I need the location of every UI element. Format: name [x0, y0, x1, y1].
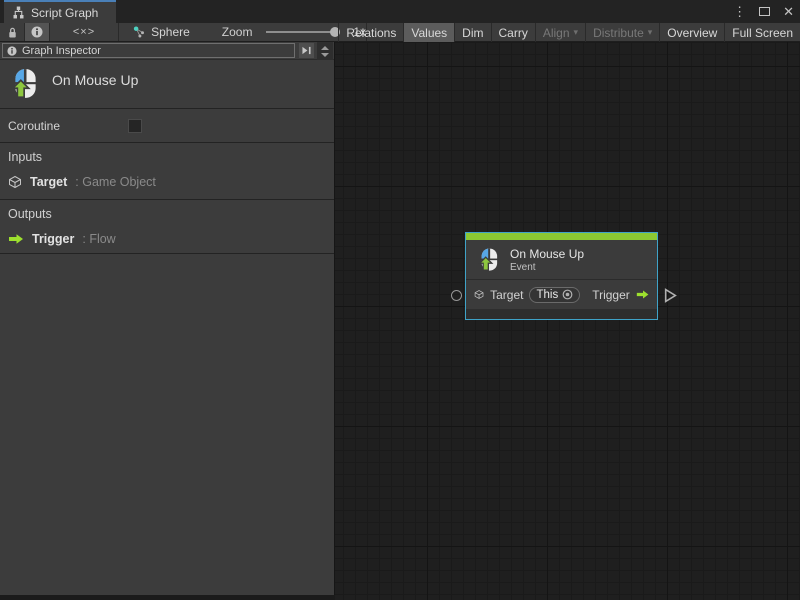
- info-icon: [7, 46, 17, 56]
- inputs-section: Inputs Target : Game Object: [0, 143, 334, 200]
- output-port-row: Trigger : Flow: [8, 232, 326, 246]
- toolbar-button-relations[interactable]: Relations: [339, 23, 404, 42]
- scrub-up-icon[interactable]: [321, 46, 329, 50]
- object-picker-icon[interactable]: [562, 289, 573, 300]
- inspected-node-title: On Mouse Up: [52, 67, 138, 88]
- inspector-title: Graph Inspector: [22, 45, 101, 57]
- graph-target-label[interactable]: Sphere: [151, 25, 190, 39]
- toolbar-button-carry[interactable]: Carry: [492, 23, 536, 42]
- coroutine-row: Coroutine: [0, 109, 334, 143]
- dropdown-caret-icon: ▾: [648, 27, 653, 38]
- on-mouse-up-icon: [476, 247, 502, 273]
- panel-scrubber[interactable]: [317, 42, 333, 60]
- code-view-icon: <×>: [73, 26, 95, 38]
- node-input-label: Target: [490, 288, 523, 302]
- flow-arrow-icon[interactable]: [636, 288, 649, 301]
- tab-script-graph[interactable]: Script Graph: [4, 0, 116, 23]
- lock-icon: [7, 26, 18, 39]
- dock-panel-button[interactable]: [299, 43, 314, 58]
- inputs-title: Inputs: [8, 150, 326, 164]
- node-input-port[interactable]: [451, 290, 462, 301]
- dock-right-icon: [301, 46, 312, 55]
- node-port-row: Target This Trigger: [466, 279, 657, 309]
- inspector-empty-area: [0, 254, 334, 595]
- cube-icon: [474, 288, 484, 301]
- output-port-type: : Flow: [82, 232, 115, 246]
- graph-canvas[interactable]: On Mouse Up Event Target This: [335, 42, 800, 600]
- outputs-section: Outputs Trigger : Flow: [0, 200, 334, 254]
- target-value: This: [536, 289, 558, 301]
- on-mouse-up-icon: [8, 67, 42, 101]
- dropdown-caret-icon: ▾: [574, 27, 579, 38]
- graph-context-segment: Sphere Zoom 1x: [119, 23, 367, 41]
- zoom-slider[interactable]: [266, 31, 337, 33]
- window-menu-icon[interactable]: ⋮: [733, 5, 746, 18]
- toolbar-button-distribute: Distribute ▾: [586, 23, 660, 42]
- graph-inspector-panel: Graph Inspector On Mouse Up: [0, 42, 335, 595]
- close-icon[interactable]: ✕: [783, 5, 794, 18]
- input-port-row: Target : Game Object: [8, 175, 326, 189]
- maximize-icon[interactable]: [759, 7, 770, 16]
- node-footer: [466, 309, 657, 319]
- coroutine-label: Coroutine: [8, 119, 60, 133]
- graph-toolbar: <×> Sphere Zoom 1x Relations Values Dim …: [0, 23, 800, 42]
- script-graph-window: Script Graph ⋮ ✕ <×>: [0, 0, 800, 600]
- toolbar-button-dim[interactable]: Dim: [455, 23, 491, 42]
- node-subtitle: Event: [510, 262, 584, 273]
- title-bar: Script Graph ⋮ ✕: [0, 0, 800, 23]
- coroutine-checkbox[interactable]: [128, 119, 142, 133]
- code-view-button[interactable]: <×>: [50, 23, 119, 41]
- input-port-name: Target: [30, 175, 67, 189]
- toolbar-button-values[interactable]: Values: [404, 23, 455, 42]
- lock-button[interactable]: [0, 23, 25, 41]
- event-color-bar: [466, 233, 657, 240]
- flow-arrow-icon: [8, 233, 24, 245]
- toolbar-button-fullscreen[interactable]: Full Screen: [725, 23, 800, 42]
- inspector-header: Graph Inspector: [0, 42, 334, 60]
- target-value-chip[interactable]: This: [529, 287, 580, 303]
- info-icon: [31, 26, 43, 38]
- cube-icon: [8, 175, 22, 189]
- scrub-down-icon[interactable]: [321, 53, 329, 57]
- inspected-node-header: On Mouse Up: [0, 60, 334, 109]
- on-mouse-up-node[interactable]: On Mouse Up Event Target This: [465, 232, 658, 320]
- inspector-title-box: Graph Inspector: [2, 43, 295, 58]
- output-port-name: Trigger: [32, 232, 74, 246]
- toolbar-button-overview[interactable]: Overview: [660, 23, 725, 42]
- outputs-title: Outputs: [8, 207, 326, 221]
- node-output-label: Trigger: [592, 288, 630, 302]
- node-header[interactable]: On Mouse Up Event: [466, 240, 657, 279]
- inspector-toggle-button[interactable]: [25, 23, 50, 41]
- toolbar-toggle-group: Relations Values Dim Carry Align ▾ Distr…: [338, 23, 800, 42]
- graph-target-icon: [133, 25, 145, 39]
- input-port-type: : Game Object: [75, 175, 156, 189]
- node-output-port[interactable]: [664, 288, 677, 303]
- toolbar-button-align: Align ▾: [536, 23, 586, 42]
- zoom-label: Zoom: [222, 25, 253, 39]
- node-title: On Mouse Up: [510, 247, 584, 261]
- graph-hierarchy-icon: [12, 6, 25, 19]
- tab-label: Script Graph: [31, 6, 98, 20]
